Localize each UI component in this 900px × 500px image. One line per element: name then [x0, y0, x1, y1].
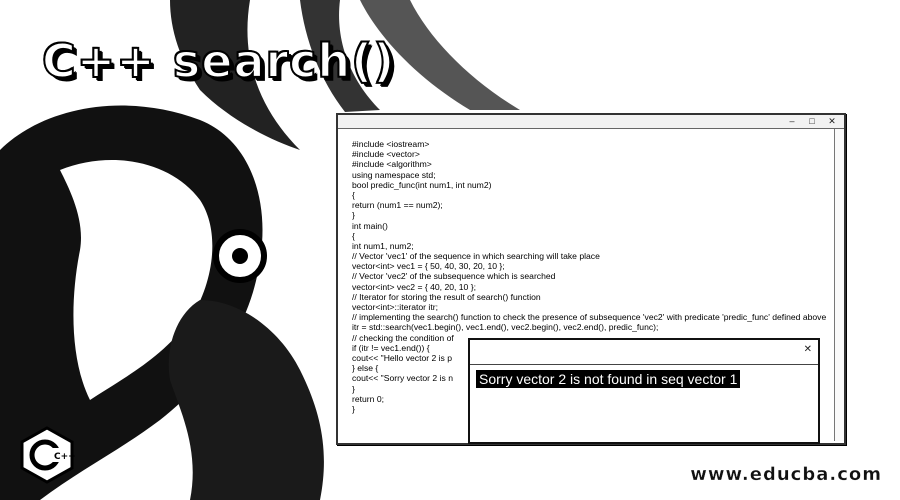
- program-output: Sorry vector 2 is not found in seq vecto…: [476, 370, 741, 388]
- minimize-icon[interactable]: –: [786, 116, 798, 127]
- vertical-scrollbar[interactable]: [834, 129, 844, 441]
- output-titlebar: [470, 340, 818, 365]
- page-title: C++ search(): [41, 33, 396, 89]
- code-line: #include <vector>: [352, 149, 420, 160]
- code-line: // implementing the search() function to…: [352, 312, 827, 323]
- code-line: using namespace std;: [352, 169, 436, 180]
- code-line: {: [352, 189, 355, 200]
- code-line: vector<int> vec1 = { 50, 40, 30, 20, 10 …: [352, 261, 505, 272]
- code-line: // Vector 'vec1' of the sequence in whic…: [352, 251, 600, 262]
- code-line: #include <algorithm>: [352, 159, 432, 170]
- code-line: int num1, num2;: [352, 240, 414, 251]
- code-line: int main(): [352, 220, 388, 231]
- code-line: #include <iostream>: [352, 139, 430, 149]
- code-line: bool predic_func(int num1, int num2): [352, 179, 492, 190]
- code-line: vector<int> vec2 = { 40, 20, 10 };: [352, 281, 476, 292]
- code-line: {: [352, 230, 355, 241]
- code-line: }: [352, 210, 355, 221]
- cpp-logo-icon: C++: [20, 426, 76, 484]
- watermark: www.educba.com: [690, 464, 882, 485]
- output-console-window: ✕ Sorry vector 2 is not found in seq vec…: [468, 338, 820, 444]
- maximize-icon[interactable]: □: [806, 116, 818, 127]
- logo-text: C++: [54, 452, 76, 462]
- code-line: // Iterator for storing the result of se…: [352, 291, 541, 302]
- code-line: // Vector 'vec2' of the subsequence whic…: [352, 271, 556, 282]
- code-line: vector<int>::iterator itr;: [352, 302, 438, 312]
- cheek-shape: [168, 300, 324, 500]
- window-titlebar: – □ ✕: [338, 115, 844, 129]
- output-close-icon[interactable]: ✕: [804, 344, 812, 355]
- code-line: itr = std::search(vec1.begin(), vec1.end…: [352, 322, 659, 333]
- code-line: return (num1 == num2);: [352, 200, 443, 211]
- close-icon[interactable]: ✕: [826, 116, 838, 127]
